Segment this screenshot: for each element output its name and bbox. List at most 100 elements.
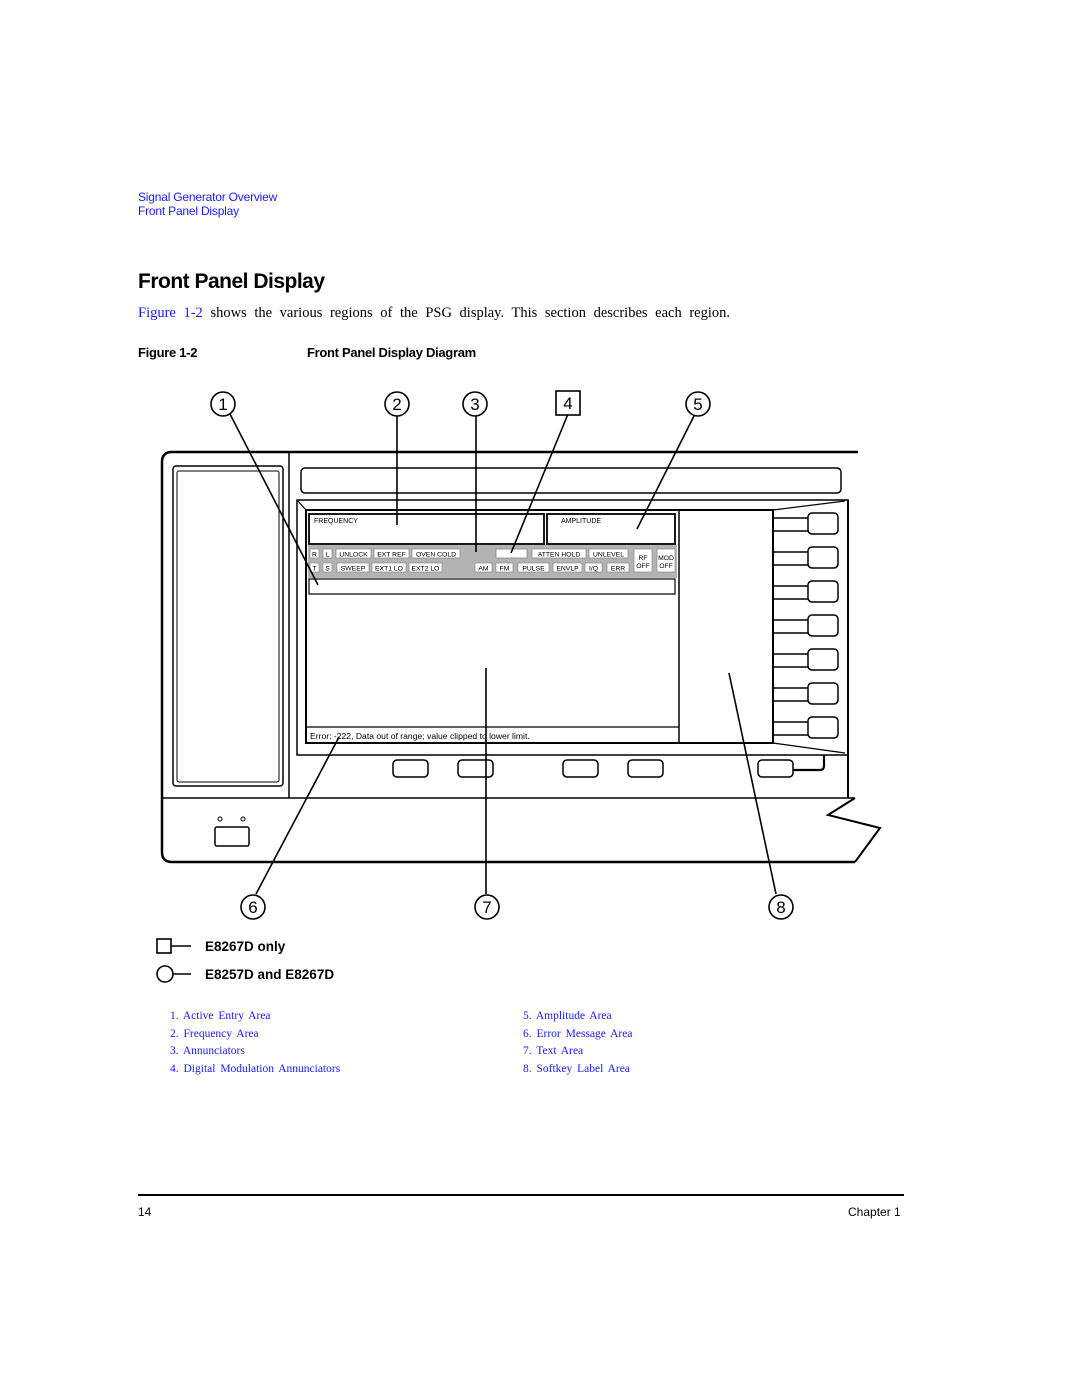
legend-item-e8257d: E8257D and E8267D [155,960,334,988]
list-item[interactable]: 2. Frequency Area [170,1026,340,1044]
softkey-3[interactable] [773,580,839,603]
softkey-6[interactable] [773,682,839,705]
annunciator-ext1-lo: EXT1 LO [371,562,407,573]
annunciator-atten-hold: ATTEN HOLD [531,548,587,559]
callout-2: 2 [384,391,410,417]
leader-6 [255,736,340,895]
annunciator-err: ERR [606,562,630,573]
left-display-inner [176,470,280,783]
svg-text:OFF: OFF [636,563,650,570]
svg-text:UNLEVEL: UNLEVEL [593,552,624,559]
svg-text:L: L [326,552,330,559]
svg-text:I/Q: I/Q [589,566,598,573]
hardkey-2[interactable] [457,759,494,778]
svg-text:5: 5 [693,395,702,414]
front-panel-diagram: FREQUENCY AMPLITUDE R L UNLOCK EXT REF OVEN … [160,390,882,920]
svg-text:ENVLP: ENVLP [556,566,579,573]
svg-text:RF: RF [638,555,647,562]
active-entry-area [308,578,676,595]
chassis-break-edge [825,797,882,863]
circle-callout-icon [156,965,191,983]
annunciator-s: S [322,562,333,573]
svg-text:AM: AM [478,566,489,573]
softkey-5[interactable] [773,648,839,671]
list-item[interactable]: 7. Text Area [523,1043,632,1061]
svg-text:UNLOCK: UNLOCK [339,552,368,559]
frequency-label: FREQUENCY [314,518,358,525]
power-button[interactable] [214,826,250,847]
amplitude-label: AMPLITUDE [561,518,601,525]
svg-text:T: T [312,566,316,573]
svg-text:S: S [325,566,330,573]
regions-list-right: 5. Amplitude Area 6. Error Message Area … [523,1008,632,1078]
svg-text:1: 1 [218,395,227,414]
annunciator-envlp: ENVLP [552,562,583,573]
list-item[interactable]: 8. Softkey Label Area [523,1061,632,1079]
svg-text:SWEEP: SWEEP [341,566,366,573]
hardkey-3[interactable] [562,759,599,778]
callout-4: 4 [555,390,581,416]
callout-8: 8 [768,894,794,920]
leader-5 [636,413,696,530]
svg-text:2: 2 [392,395,401,414]
callout-5: 5 [685,391,711,417]
svg-text:OVEN COLD: OVEN COLD [416,552,456,559]
softkey-7[interactable] [773,716,839,739]
svg-text:FM: FM [500,566,510,573]
rf-off-annunciator: RFOFF [633,548,653,573]
annunciator-am: AM [474,562,493,573]
legend-label: E8257D and E8267D [205,966,335,982]
regions-list-left: 1. Active Entry Area 2. Frequency Area 3… [170,1008,340,1078]
left-display-bezel [172,465,284,787]
power-led-2 [240,816,246,822]
callout-3: 3 [462,391,488,417]
annunciator-unlock: UNLOCK [335,548,372,559]
softkey-1[interactable] [773,512,839,535]
svg-text:OFF: OFF [659,563,673,570]
top-strip [300,467,842,494]
error-message: Error: -222, Data out of range; value cl… [310,731,530,741]
annunciator-fm: FM [495,562,514,573]
annunciator-i-q: I/Q [584,562,603,573]
legend-item-e8267d: E8267D only [155,932,334,960]
svg-text:8: 8 [776,898,785,917]
svg-text:6: 6 [248,898,257,917]
list-item[interactable]: 4. Digital Modulation Annunciators [170,1061,340,1079]
softkey-2[interactable] [773,546,839,569]
svg-text:EXT REF: EXT REF [377,552,406,559]
list-item[interactable]: 6. Error Message Area [523,1026,632,1044]
annunciator-r: R [309,548,320,559]
return-key[interactable] [757,759,794,778]
svg-text:3: 3 [470,395,479,414]
softkey-buttons [773,512,839,739]
callout-6: 6 [240,894,266,920]
svg-text:ATTEN HOLD: ATTEN HOLD [538,552,581,559]
svg-text:7: 7 [482,898,491,917]
svg-text:R: R [312,552,317,559]
mod-off-annunciator: MODOFF [656,548,676,573]
softkey-4[interactable] [773,614,839,637]
hardkey-4[interactable] [627,759,664,778]
power-led-1 [217,816,223,822]
list-item[interactable]: 5. Amplitude Area [523,1008,632,1026]
page-number: 14 [138,1205,152,1219]
annunciator-sweep: SWEEP [336,562,370,573]
svg-text:MOD: MOD [658,555,674,562]
callout-7: 7 [474,894,500,920]
svg-text:ERR: ERR [611,566,625,573]
annunciator-ext2-lo: EXT2 LO [408,562,443,573]
list-item[interactable]: 1. Active Entry Area [170,1008,340,1026]
square-callout-icon [156,938,191,954]
legend: E8267D only E8257D and E8267D [155,932,334,988]
list-item[interactable]: 3. Annunciators [170,1043,340,1061]
annunciator-pulse: PULSE [517,562,550,573]
svg-text:4: 4 [563,394,572,413]
hardkey-1[interactable] [392,759,429,778]
chapter-label: Chapter 1 [848,1205,901,1219]
display-screen [305,509,774,744]
annunciator-unlevel: UNLEVEL [588,548,629,559]
footer-rule [138,1194,904,1196]
callout-1: 1 [210,391,236,417]
svg-text:EXT2 LO: EXT2 LO [412,566,440,573]
svg-text:PULSE: PULSE [522,566,545,573]
